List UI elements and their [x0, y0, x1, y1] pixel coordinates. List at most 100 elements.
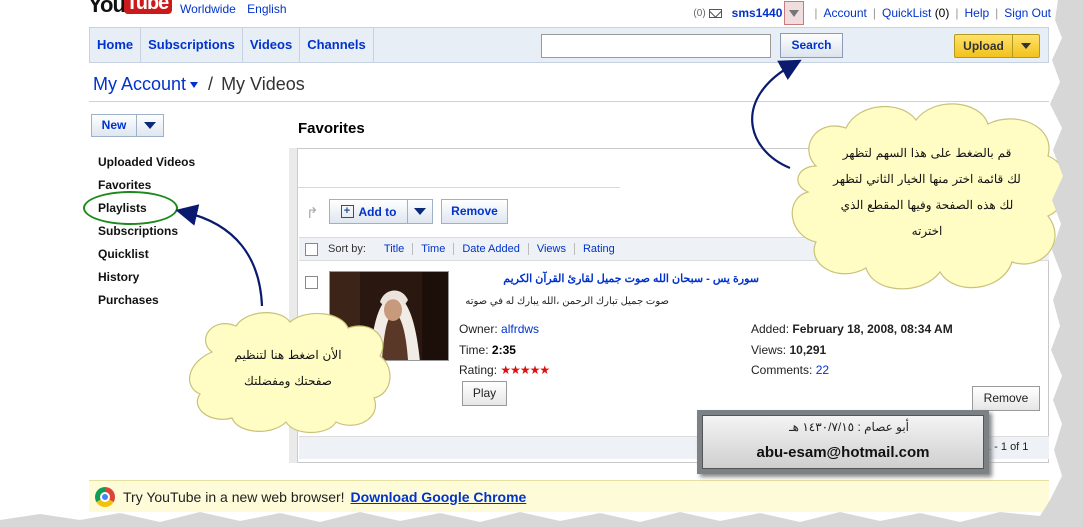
divider: | — [995, 6, 999, 20]
download-chrome-link[interactable]: Download Google Chrome — [351, 489, 527, 505]
video-title-link[interactable]: سورة يس - سبحان الله صوت جميل لقارئ القر… — [459, 272, 759, 285]
select-all-checkbox[interactable] — [305, 242, 318, 256]
comments-link[interactable]: 22 — [816, 363, 829, 377]
logo-tube-text: Tube — [124, 0, 172, 14]
signature-box: أبو عصام : ١٤٣٠/٧/١٥ هـ abu-esam@hotmail… — [697, 410, 989, 474]
locale-links: Worldwide English — [180, 2, 295, 16]
search-button[interactable]: Search — [780, 33, 843, 58]
youtube-logo[interactable]: You Tube — [88, 0, 172, 17]
remove-video-button[interactable]: Remove — [972, 386, 1040, 411]
added-value: February 18, 2008, 08:34 AM — [792, 322, 953, 336]
add-to-button[interactable]: + Add to — [329, 199, 433, 224]
annotation-line: لك هذه الصفحة وفيها المقطع الذي — [840, 198, 1014, 212]
sign-out-link[interactable]: Sign Out — [1004, 6, 1051, 20]
chevron-down-icon — [1021, 43, 1031, 49]
new-button[interactable]: New — [91, 114, 164, 137]
pagination-text: 1 - 1 of 1 — [985, 441, 1029, 453]
new-label: New — [92, 115, 137, 136]
time-label: Time: — [459, 343, 489, 357]
new-dropdown[interactable] — [137, 115, 163, 136]
upload-dropdown[interactable] — [1013, 35, 1039, 57]
video-checkbox[interactable] — [305, 276, 318, 289]
divider: | — [814, 6, 818, 20]
sidebar: Uploaded Videos Favorites Playlists Subs… — [98, 155, 195, 316]
panel-header — [298, 150, 620, 188]
nav-tabs: Home Subscriptions Videos Channels — [90, 28, 374, 62]
mail-count: (0) — [693, 7, 706, 19]
rating-stars-icon: ★★★★★ — [500, 363, 550, 377]
search-input[interactable] — [541, 34, 771, 58]
time-row: Time: 2:35 — [459, 343, 516, 357]
quicklist-link[interactable]: QuickList — [882, 6, 931, 20]
upload-button[interactable]: Upload — [954, 34, 1040, 58]
views-row: Views: 10,291 — [751, 343, 826, 357]
language-link[interactable]: English — [247, 2, 286, 16]
signature-name: أبو عصام : ١٤٣٠/٧/١٥ هـ — [789, 420, 909, 434]
sort-title[interactable]: Title — [376, 243, 414, 255]
account-link[interactable]: Account — [824, 6, 867, 20]
annotation-text-right: قم بالضغط على هذا السهم لتظهر لك قائمة ا… — [796, 140, 1058, 244]
chrome-promo-bar: Try YouTube in a new web browser! Downlo… — [89, 480, 1049, 512]
add-to-dropdown[interactable] — [408, 200, 432, 223]
username-link[interactable]: sms1440 — [732, 6, 783, 20]
comments-row: Comments: 22 — [751, 363, 829, 377]
arrow-to-playlists — [175, 204, 264, 307]
divider: | — [872, 6, 876, 20]
owner-link[interactable]: alfrdws — [501, 322, 539, 336]
logo-you-text: You — [88, 0, 126, 17]
sidebar-item-subscriptions[interactable]: Subscriptions — [98, 224, 195, 247]
region-link[interactable]: Worldwide — [180, 2, 236, 16]
rating-label: Rating: — [459, 363, 498, 377]
views-value: 10,291 — [789, 343, 827, 357]
remove-button[interactable]: Remove — [441, 199, 508, 224]
sort-time[interactable]: Time — [413, 243, 455, 255]
chevron-down-icon — [414, 208, 426, 215]
promo-text: Try YouTube in a new web browser! — [123, 488, 345, 505]
sort-rating[interactable]: Rating — [575, 243, 623, 255]
help-link[interactable]: Help — [964, 6, 989, 20]
chevron-down-icon — [789, 9, 800, 17]
sidebar-item-quicklist[interactable]: Quicklist — [98, 247, 195, 270]
highlight-circle — [83, 191, 178, 225]
my-account-link[interactable]: My Account — [93, 74, 186, 95]
annotation-line: قم بالضغط على هذا السهم لتظهر — [842, 146, 1012, 160]
chevron-down-icon[interactable] — [190, 81, 199, 88]
tab-channels[interactable]: Channels — [300, 28, 374, 62]
owner-label: Owner: — [459, 322, 498, 336]
main-navbar: Home Subscriptions Videos Channels Searc… — [89, 27, 1049, 63]
sidebar-item-history[interactable]: History — [98, 270, 195, 293]
plus-icon: + — [340, 205, 354, 218]
mail-icon[interactable] — [708, 8, 722, 18]
user-links: (0) sms1440 | Account | QuickList (0) | … — [693, 1, 1051, 25]
add-to-label-wrap: + Add to — [330, 200, 408, 223]
add-to-label: Add to — [358, 204, 397, 219]
owner-row: Owner: alfrdws — [459, 322, 539, 336]
annotation-line: الأن اضغط هنا لتنظيم — [234, 348, 342, 362]
tab-home[interactable]: Home — [90, 28, 142, 62]
tab-subscriptions[interactable]: Subscriptions — [141, 28, 243, 62]
sort-date-added[interactable]: Date Added — [454, 243, 529, 255]
annotation-line: لك قائمة اختر منها الخيار الثاني لتظهر — [833, 172, 1021, 186]
time-value: 2:35 — [491, 343, 516, 357]
chevron-down-icon — [144, 122, 156, 129]
added-row: Added: February 18, 2008, 08:34 AM — [751, 322, 953, 336]
divider: | — [955, 6, 959, 20]
video-description: صوت جميل تبارك الرحمن ،الله يبارك له في … — [465, 296, 669, 307]
play-button[interactable]: Play — [462, 381, 507, 406]
user-menu-dropdown[interactable] — [784, 1, 805, 25]
sidebar-item-uploaded-videos[interactable]: Uploaded Videos — [98, 155, 195, 178]
sort-by-label: Sort by: — [328, 243, 366, 255]
sort-views[interactable]: Views — [529, 243, 575, 255]
quicklist-count: (0) — [934, 6, 950, 20]
signature-inner: أبو عصام : ١٤٣٠/٧/١٥ هـ abu-esam@hotmail… — [702, 415, 984, 469]
annotation-line: صفحتك ومفضلتك — [244, 374, 332, 388]
upload-label: Upload — [955, 35, 1013, 57]
added-label: Added: — [751, 322, 790, 336]
rating-row: Rating: ★★★★★ — [459, 363, 550, 377]
breadcrumb-separator: / — [208, 74, 214, 94]
comments-label: Comments: — [751, 363, 813, 377]
sidebar-item-purchases[interactable]: Purchases — [98, 293, 195, 316]
tab-videos[interactable]: Videos — [243, 28, 301, 62]
annotation-line: اخترته — [911, 224, 943, 238]
share-arrow-icon: ↱ — [306, 205, 319, 222]
